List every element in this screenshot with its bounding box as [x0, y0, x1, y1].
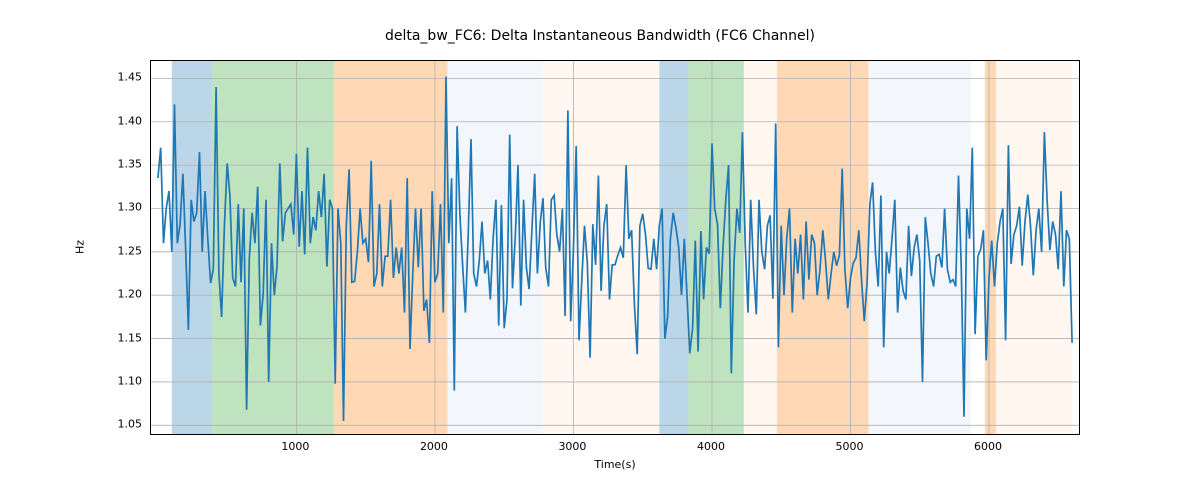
y-tick-label: 1.10: [92, 374, 142, 387]
y-tick-label: 1.30: [92, 201, 142, 214]
y-tick-label: 1.15: [92, 331, 142, 344]
band-region: [212, 61, 334, 434]
y-axis-label: Hz: [74, 240, 87, 254]
band-region: [868, 61, 970, 434]
chart-title: delta_bw_FC6: Delta Instantaneous Bandwi…: [0, 28, 1200, 44]
y-tick-label: 1.25: [92, 244, 142, 257]
x-tick-label: 5000: [835, 440, 863, 453]
y-tick-label: 1.05: [92, 418, 142, 431]
background-bands: [172, 61, 1072, 434]
x-axis-label: Time(s): [594, 458, 635, 471]
x-tick-label: 6000: [974, 440, 1002, 453]
plot-svg: [151, 61, 1079, 434]
y-tick-label: 1.35: [92, 158, 142, 171]
y-tick-label: 1.20: [92, 288, 142, 301]
x-tick-label: 2000: [420, 440, 448, 453]
x-tick-label: 4000: [697, 440, 725, 453]
y-tick-label: 1.45: [92, 71, 142, 84]
plot-area: [150, 60, 1080, 435]
figure: delta_bw_FC6: Delta Instantaneous Bandwi…: [0, 0, 1200, 500]
x-tick-label: 1000: [281, 440, 309, 453]
x-tick-label: 3000: [558, 440, 586, 453]
band-region: [172, 61, 212, 434]
y-tick-label: 1.40: [92, 114, 142, 127]
